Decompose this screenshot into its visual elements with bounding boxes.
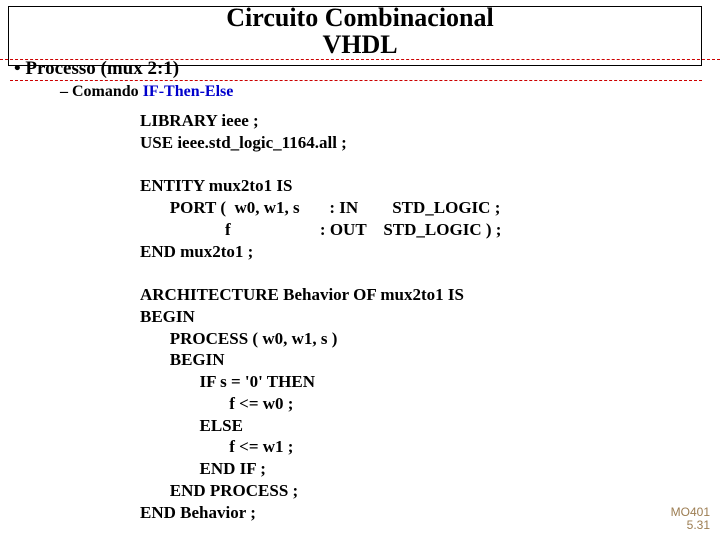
footer-course: MO401 (671, 506, 710, 519)
subbullet-keyword: IF-Then-Else (143, 83, 234, 100)
subbullet-prefix: – Comando (60, 83, 143, 100)
slide-footer: MO401 5.31 (671, 506, 710, 532)
title-line-1: Circuito Combinacional (0, 4, 720, 31)
slide: Circuito Combinacional VHDL • Processo (… (0, 0, 720, 540)
bullet-processo: • Processo (mux 2:1) (14, 58, 179, 80)
divider-red (10, 80, 702, 81)
subbullet-comando: – Comando IF-Then-Else (60, 83, 233, 101)
footer-page: 5.31 (671, 519, 710, 532)
slide-title: Circuito Combinacional VHDL (0, 4, 720, 60)
code-block: LIBRARY ieee ; USE ieee.std_logic_1164.a… (140, 110, 700, 523)
title-line-2: VHDL (0, 31, 720, 59)
